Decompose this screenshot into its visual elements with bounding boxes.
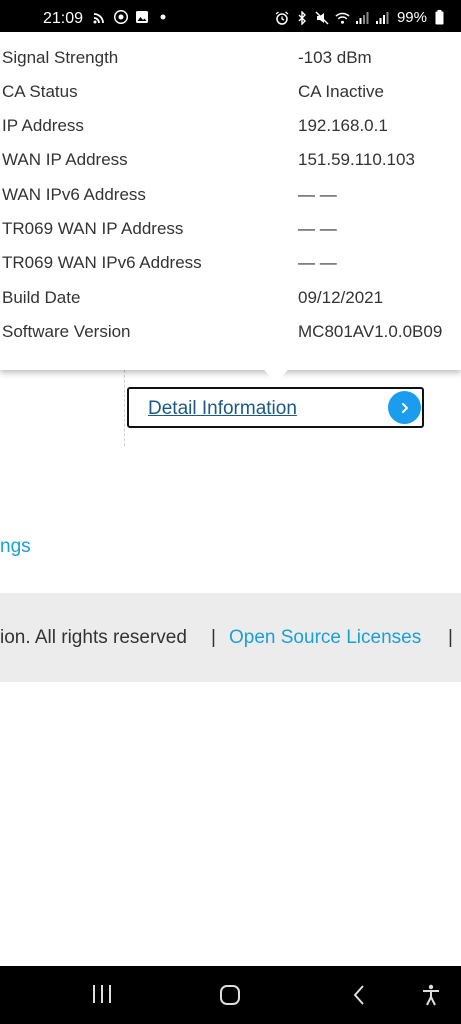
footer: ion. All rights reserved | Open Source L… [0,593,461,682]
home-icon[interactable] [219,984,241,1006]
cast-icon [92,9,107,24]
status-bar: 21:09 99% [0,0,461,32]
battery-level: 99% [396,9,427,26]
info-label: Signal Strength [2,48,119,67]
popup-pointer [262,368,290,382]
signal-icon [355,10,370,25]
copyright-text: ion. All rights reserved [0,627,187,648]
back-icon[interactable] [352,984,366,1006]
info-row-tr069-wan-ip-address: TR069 WAN IP Address — — [0,212,461,246]
detail-information-link[interactable]: Detail Information [148,398,297,420]
info-row-signal-strength: Signal Strength -103 dBm [0,41,461,75]
info-label: WAN IP Address [2,150,128,169]
info-label: TR069 WAN IP Address [2,219,184,238]
recent-apps-icon[interactable] [91,984,113,1004]
dot-icon [155,9,170,24]
info-value: — — [298,219,337,238]
info-label: CA Status [2,82,78,101]
info-label: WAN IPv6 Address [2,185,146,204]
footer-separator: | [448,627,453,648]
info-label: Software Version [2,322,131,341]
battery-icon [432,10,447,25]
info-value: 151.59.110.103 [298,150,415,169]
info-value: — — [298,185,337,204]
chevron-right-icon[interactable] [388,391,421,424]
gallery-icon [134,9,149,24]
info-row-ip-address: IP Address 192.168.0.1 [0,109,461,143]
detail-information-popup: Signal Strength -103 dBm CA Status CA In… [0,32,461,370]
open-source-licenses-link[interactable]: Open Source Licenses [229,627,421,649]
detail-information-button[interactable]: Detail Information [127,387,424,428]
accessibility-icon[interactable] [421,984,441,1006]
info-value: MC801AV1.0.0B09 [298,322,443,341]
status-time: 21:09 [43,10,84,27]
wifi-icon [335,10,350,25]
info-label: IP Address [2,116,84,135]
info-row-ca-status: CA Status CA Inactive [0,75,461,109]
chrome-icon [113,9,128,24]
info-row-build-date: Build Date 09/12/2021 [0,281,461,315]
info-row-wan-ip-address: WAN IP Address 151.59.110.103 [0,143,461,177]
info-label: Build Date [2,288,81,307]
bluetooth-icon [295,10,310,25]
info-row-tr069-wan-ipv6-address: TR069 WAN IPv6 Address — — [0,246,461,280]
alarm-icon [275,10,290,25]
signal-icon [375,10,390,25]
navigation-bar [0,966,461,1024]
settings-link[interactable]: ngs [0,536,31,558]
info-value: — — [298,253,337,272]
info-value: -103 dBm [298,48,372,67]
mute-icon [315,10,330,25]
info-value: 09/12/2021 [298,288,384,307]
status-left-icons [92,9,170,24]
info-row-software-version: Software Version MC801AV1.0.0B09 [0,315,461,349]
info-row-wan-ipv6-address: WAN IPv6 Address — — [0,178,461,212]
info-value: CA Inactive [298,82,384,101]
status-right-icons: 99% [275,9,447,26]
footer-separator: | [211,627,216,648]
info-label: TR069 WAN IPv6 Address [2,253,202,272]
divider-dashed [124,370,125,446]
info-value: 192.168.0.1 [298,116,388,135]
